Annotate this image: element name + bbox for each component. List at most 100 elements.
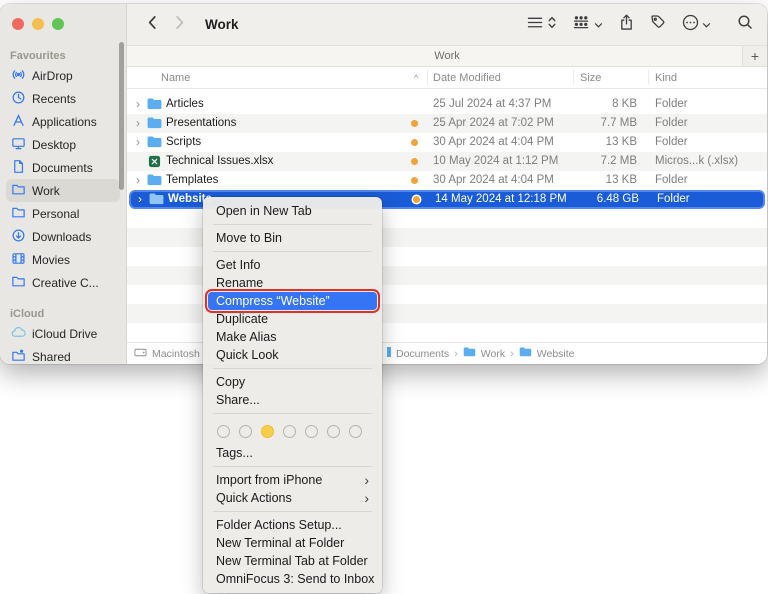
path-separator: › xyxy=(510,347,514,360)
disclosure-chevron-icon[interactable]: › xyxy=(136,95,140,114)
sidebar-item-applications[interactable]: Applications xyxy=(6,110,120,133)
document-icon xyxy=(385,346,391,361)
zoom-button[interactable] xyxy=(52,18,64,30)
sidebar-item-movies[interactable]: Movies xyxy=(6,248,120,271)
path-item-disk[interactable]: Macintosh H xyxy=(152,348,210,360)
folder-icon xyxy=(11,182,26,200)
column-header-size[interactable]: Size xyxy=(580,67,601,89)
menu-item-omnifocus-send-to-inbox[interactable]: OmniFocus 3: Send to Inbox xyxy=(203,570,382,588)
disclosure-chevron-icon[interactable]: › xyxy=(138,192,142,207)
tag-color-circle[interactable] xyxy=(305,424,318,438)
tag-color-circle-yellow[interactable] xyxy=(261,424,274,438)
sidebar-item-downloads[interactable]: Downloads xyxy=(6,225,120,248)
downloads-icon xyxy=(11,228,26,246)
file-row-presentations[interactable]: › Presentations 25 Apr 2024 at 7:02 PM 7… xyxy=(127,114,767,133)
sidebar-item-documents[interactable]: Documents xyxy=(6,156,120,179)
sidebar-item-icloud-drive[interactable]: iCloud Drive xyxy=(6,322,120,345)
folder-icon xyxy=(147,117,162,132)
list-view-icon xyxy=(527,15,544,35)
tags-button[interactable] xyxy=(650,14,666,35)
path-item-work[interactable]: Work xyxy=(481,348,505,360)
column-divider[interactable] xyxy=(427,70,428,85)
file-row-articles[interactable]: › Articles 25 Jul 2024 at 4:37 PM 8 KB F… xyxy=(127,95,767,114)
menu-item-duplicate[interactable]: Duplicate xyxy=(203,310,382,328)
file-row-technical-issues[interactable]: Technical Issues.xlsx 10 May 2024 at 1:1… xyxy=(127,152,767,171)
sidebar-item-desktop[interactable]: Desktop xyxy=(6,133,120,156)
menu-item-move-to-bin[interactable]: Move to Bin xyxy=(203,229,382,247)
group-button[interactable] xyxy=(573,15,603,35)
sidebar-item-creative[interactable]: Creative C... xyxy=(6,271,120,294)
menu-item-import-from-iphone[interactable]: Import from iPhone › xyxy=(203,471,382,489)
menu-item-make-alias[interactable]: Make Alias xyxy=(203,328,382,346)
file-row-templates[interactable]: › Templates 30 Apr 2024 at 4:04 PM 13 KB… xyxy=(127,171,767,190)
sidebar-section-favourites: Favourites xyxy=(10,50,66,62)
tab-work[interactable]: Work xyxy=(434,50,459,62)
folder-icon xyxy=(519,347,532,360)
airdrop-icon xyxy=(11,67,26,85)
sidebar-scrollbar[interactable] xyxy=(119,42,124,190)
back-button[interactable] xyxy=(147,15,157,35)
share-button[interactable] xyxy=(619,14,634,36)
window-controls xyxy=(12,18,64,30)
column-divider[interactable] xyxy=(648,70,649,85)
orange-tag-dot xyxy=(411,158,418,165)
path-item-documents[interactable]: Documents xyxy=(396,348,449,360)
tag-color-circle[interactable] xyxy=(239,424,252,438)
menu-separator xyxy=(213,466,372,467)
hard-drive-icon xyxy=(134,347,147,361)
tag-color-circle[interactable] xyxy=(349,424,362,438)
menu-item-open-in-new-tab[interactable]: Open in New Tab xyxy=(203,202,382,220)
disclosure-chevron-icon[interactable]: › xyxy=(136,114,140,133)
sidebar-item-recents[interactable]: Recents xyxy=(6,87,120,110)
file-row-scripts[interactable]: › Scripts 30 Apr 2024 at 4:04 PM 13 KB F… xyxy=(127,133,767,152)
menu-item-copy[interactable]: Copy xyxy=(203,373,382,391)
more-actions-button[interactable] xyxy=(682,14,711,36)
tag-color-circle[interactable] xyxy=(283,424,296,438)
path-separator: › xyxy=(454,347,458,360)
column-header-kind[interactable]: Kind xyxy=(655,67,677,89)
menu-separator xyxy=(213,368,372,369)
folder-icon xyxy=(463,347,476,360)
menu-item-quick-actions[interactable]: Quick Actions › xyxy=(203,489,382,507)
menu-separator xyxy=(213,224,372,225)
menu-item-folder-actions-setup[interactable]: Folder Actions Setup... xyxy=(203,516,382,534)
menu-item-tags[interactable]: Tags... xyxy=(203,444,382,462)
view-options-button[interactable] xyxy=(527,15,557,35)
menu-item-rename[interactable]: Rename xyxy=(203,274,382,292)
menu-separator xyxy=(213,251,372,252)
path-item-website[interactable]: Website xyxy=(537,348,575,360)
tag-color-row xyxy=(203,418,382,444)
disclosure-chevron-icon[interactable]: › xyxy=(136,171,140,190)
sidebar-item-personal[interactable]: Personal xyxy=(6,202,120,225)
orange-tag-dot xyxy=(411,177,418,184)
sidebar-item-label: AirDrop xyxy=(32,68,73,83)
orange-tag-dot xyxy=(411,120,418,127)
excel-file-icon xyxy=(148,155,161,171)
minimize-button[interactable] xyxy=(32,18,44,30)
sidebar-item-shared[interactable]: Shared xyxy=(6,345,120,364)
menu-item-share[interactable]: Share... xyxy=(203,391,382,409)
menu-item-new-terminal-at-folder[interactable]: New Terminal at Folder xyxy=(203,534,382,552)
context-menu: Open in New Tab Move to Bin Get Info Ren… xyxy=(203,197,382,593)
menu-item-quick-look[interactable]: Quick Look xyxy=(203,346,382,364)
sidebar-item-airdrop[interactable]: AirDrop xyxy=(6,64,120,87)
tag-color-circle[interactable] xyxy=(327,424,340,438)
column-header-name[interactable]: Name xyxy=(161,67,190,89)
folder-icon xyxy=(11,205,26,223)
sidebar-item-label: Personal xyxy=(32,206,80,221)
menu-item-new-terminal-tab-at-folder[interactable]: New Terminal Tab at Folder xyxy=(203,552,382,570)
tag-color-circle[interactable] xyxy=(217,424,230,438)
sidebar: Favourites AirDrop Recents Applications … xyxy=(0,4,127,364)
menu-separator xyxy=(213,511,372,512)
folder-icon xyxy=(147,98,162,113)
search-button[interactable] xyxy=(737,14,753,35)
menu-item-compress[interactable]: Compress “Website” xyxy=(208,292,377,310)
new-tab-button[interactable]: + xyxy=(742,46,767,66)
sidebar-item-work[interactable]: Work xyxy=(6,179,120,202)
column-header-date[interactable]: Date Modified xyxy=(433,67,501,89)
menu-item-get-info[interactable]: Get Info xyxy=(203,256,382,274)
column-divider[interactable] xyxy=(573,70,574,85)
forward-button[interactable] xyxy=(175,15,185,35)
disclosure-chevron-icon[interactable]: › xyxy=(136,133,140,152)
close-button[interactable] xyxy=(12,18,24,30)
